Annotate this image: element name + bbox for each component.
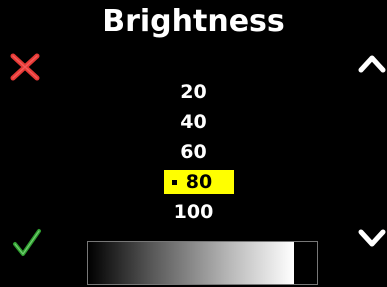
- checkmark-icon[interactable]: [12, 228, 42, 258]
- cross-icon[interactable]: [10, 52, 40, 82]
- brightness-level-bar: [87, 241, 318, 285]
- option-60[interactable]: 60: [0, 140, 387, 164]
- selected-option-label: 80: [185, 171, 213, 193]
- brightness-level-fill: [88, 242, 295, 284]
- option-100[interactable]: 100: [0, 200, 387, 224]
- screen-title: Brightness: [102, 4, 285, 39]
- option-20[interactable]: 20: [0, 80, 387, 104]
- option-40[interactable]: 40: [0, 110, 387, 134]
- chevron-down-icon[interactable]: [358, 228, 386, 250]
- chevron-up-icon[interactable]: [358, 52, 386, 74]
- option-80-selected[interactable]: 80: [164, 170, 234, 194]
